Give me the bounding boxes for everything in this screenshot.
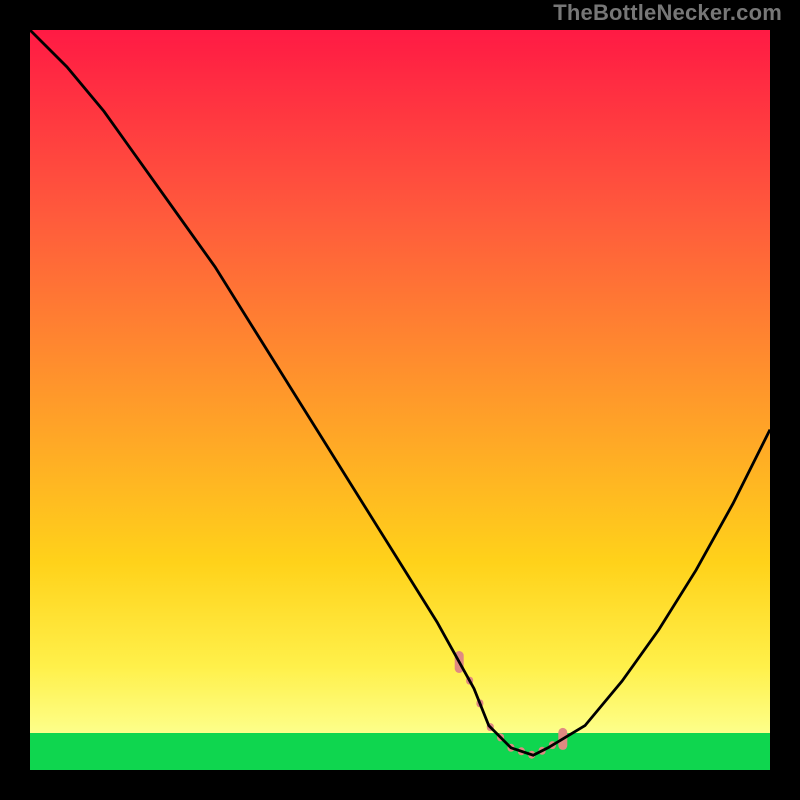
green-band [30, 733, 770, 770]
plot-area [30, 30, 770, 770]
chart-svg [30, 30, 770, 770]
watermark-text: TheBottleNecker.com [553, 0, 782, 26]
chart-frame: TheBottleNecker.com [0, 0, 800, 800]
gradient-background [30, 30, 770, 770]
